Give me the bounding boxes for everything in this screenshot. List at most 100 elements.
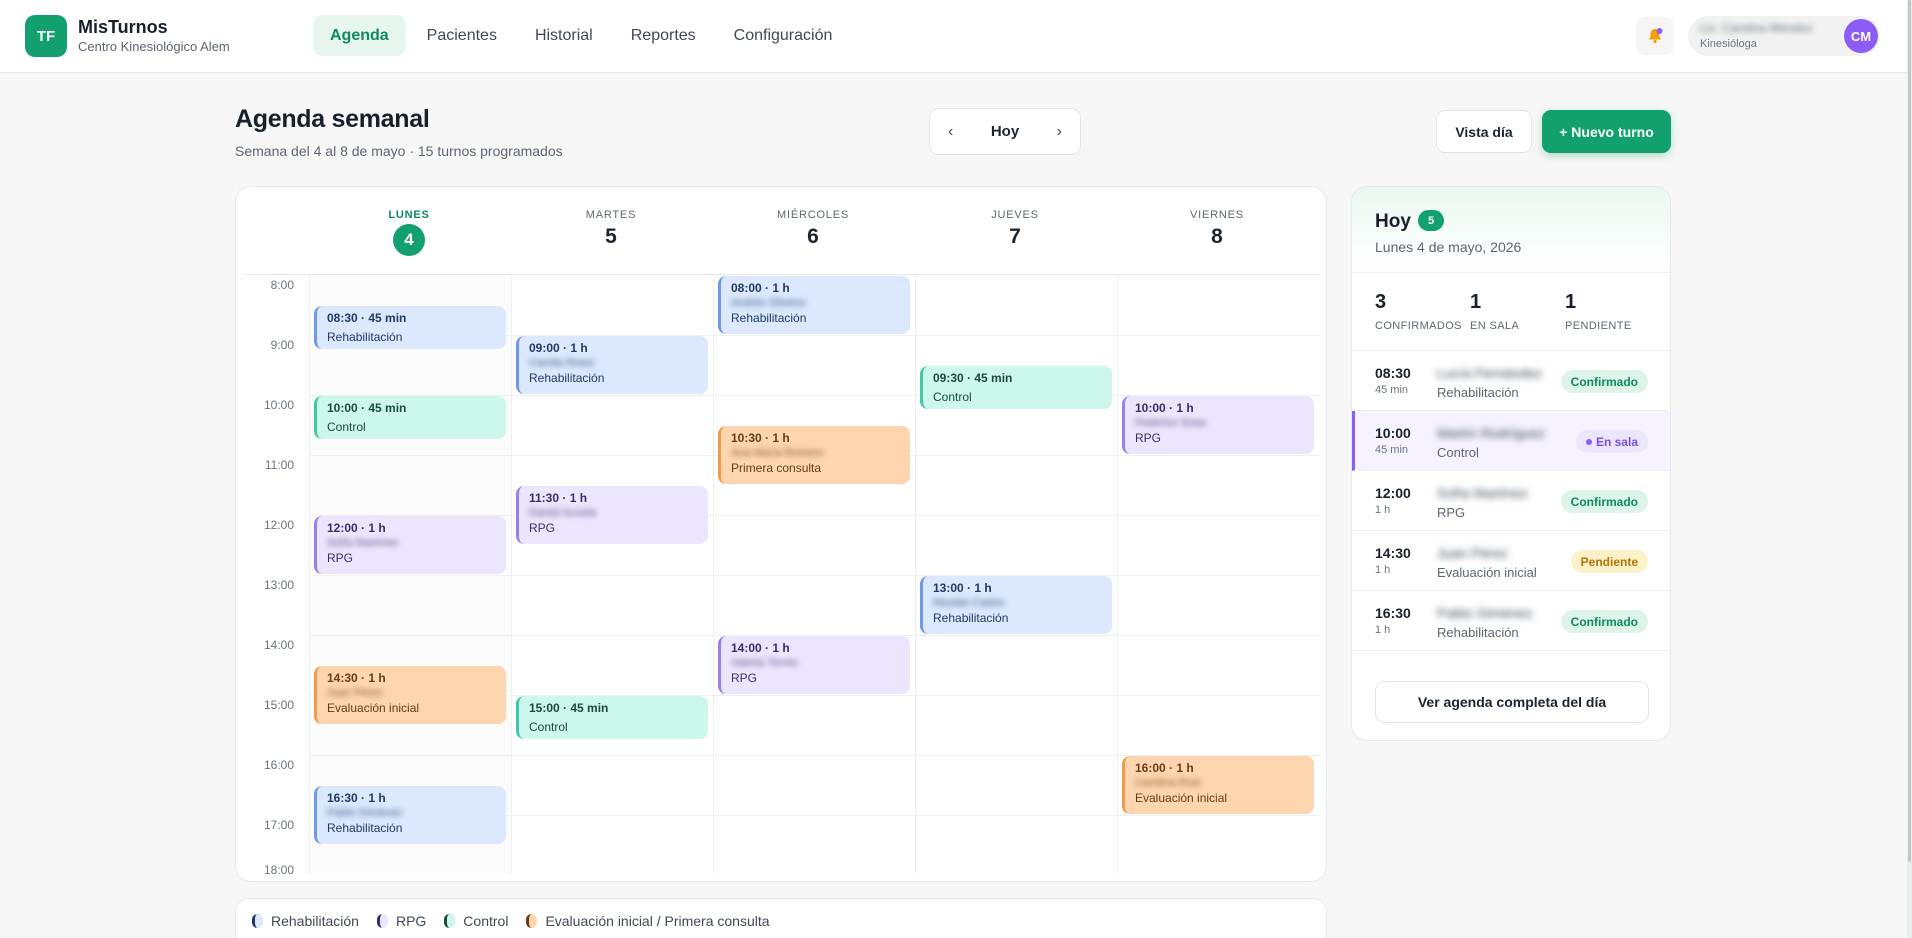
nav-reportes[interactable]: Reportes bbox=[614, 15, 713, 56]
stat-value: 1 bbox=[1470, 291, 1482, 313]
app-logo[interactable]: TF bbox=[25, 15, 67, 57]
appointment-time: 14:00 · 1 h bbox=[731, 641, 790, 655]
appointment-card[interactable]: 16:30 · 1 h Pablo Giménez Rehabilitación bbox=[314, 786, 506, 844]
appointment-kind: Control bbox=[529, 720, 568, 734]
appointment-time: 14:30 · 1 h bbox=[327, 671, 386, 685]
row-duration: 1 h bbox=[1375, 504, 1391, 516]
user-name: Lic. Carolina Méndez bbox=[1700, 21, 1813, 35]
chevron-left-icon[interactable]: ‹ bbox=[948, 123, 953, 141]
today-count-badge: 5 bbox=[1418, 210, 1444, 231]
today-row[interactable]: 12:00 1 h Sofía Martínez RPG Confirmado bbox=[1352, 471, 1670, 531]
appointment-card[interactable]: 08:00 · 1 h Andrés Silveira Rehabilitación bbox=[718, 276, 910, 334]
stat-label: CONFIRMADOS bbox=[1375, 320, 1462, 332]
chevron-right-icon[interactable]: › bbox=[1057, 123, 1062, 141]
nav-agenda[interactable]: Agenda bbox=[313, 15, 406, 56]
day-name: MIÉRCOLES bbox=[777, 209, 849, 221]
user-menu[interactable]: Lic. Carolina Méndez Kinesióloga CM bbox=[1688, 16, 1880, 56]
new-appointment-button[interactable]: + Nuevo turno bbox=[1542, 110, 1671, 153]
legend-item-rehabilitacion: Rehabilitación bbox=[252, 913, 359, 929]
day-header-monday[interactable]: LUNES 4 bbox=[308, 209, 510, 256]
appointment-card[interactable]: 14:00 · 1 h Valeria Torres RPG bbox=[718, 636, 910, 694]
appointment-card[interactable]: 09:30 · 45 min Control bbox=[920, 366, 1112, 409]
today-date: Lunes 4 de mayo, 2026 bbox=[1375, 239, 1522, 255]
appointment-kind: Rehabilitación bbox=[529, 371, 605, 385]
hour-label: 8:00 bbox=[270, 278, 294, 292]
day-name: LUNES bbox=[388, 209, 430, 221]
appointment-kind: Rehabilitación bbox=[933, 611, 1009, 625]
hour-label: 15:00 bbox=[263, 698, 294, 712]
today-row[interactable]: 10:00 45 min Martín Rodríguez Control En… bbox=[1352, 411, 1670, 471]
hour-label: 9:00 bbox=[270, 338, 294, 352]
row-patient: Juan Pérez bbox=[1437, 545, 1508, 561]
day-header-wednesday[interactable]: MIÉRCOLES 6 bbox=[712, 209, 914, 249]
legend-item-evaluacion: Evaluación inicial / Primera consulta bbox=[526, 913, 770, 929]
appointment-kind: RPG bbox=[731, 671, 758, 685]
legend-label: Rehabilitación bbox=[271, 913, 359, 929]
app-name: MisTurnos bbox=[78, 17, 168, 37]
legend-swatch bbox=[252, 914, 263, 928]
page-title: Agenda semanal bbox=[235, 105, 430, 133]
row-kind: Evaluación inicial bbox=[1437, 565, 1537, 580]
calendar-grid: 8:00 9:00 10:00 11:00 12:00 13:00 14:00 15:00 16… bbox=[244, 274, 1320, 877]
today-row[interactable]: 08:30 45 min Lucía Fernández Rehabilitac… bbox=[1352, 351, 1670, 411]
today-button[interactable]: Hoy bbox=[991, 123, 1019, 140]
hour-label: 14:00 bbox=[263, 638, 294, 652]
appointment-card[interactable]: 09:00 · 1 h Camila Rossi Rehabilitación bbox=[516, 336, 708, 394]
scrollbar-thumb[interactable] bbox=[1908, 0, 1911, 862]
today-row[interactable]: 14:30 1 h Juan Pérez Evaluación inicial … bbox=[1352, 531, 1670, 591]
today-panel-title: Hoy bbox=[1375, 211, 1411, 232]
day-view-button[interactable]: Vista día bbox=[1436, 110, 1532, 153]
stat-pending: 1 PENDIENTE bbox=[1565, 291, 1632, 332]
day-header-thursday[interactable]: JUEVES 7 bbox=[914, 209, 1116, 249]
legend-item-control: Control bbox=[444, 913, 508, 929]
appointment-card[interactable]: 15:00 · 45 min Control bbox=[516, 696, 708, 739]
appointment-card[interactable]: 11:30 · 1 h Daniel Acosta RPG bbox=[516, 486, 708, 544]
today-row[interactable]: 16:30 1 h Pablo Giménez Rehabilitación C… bbox=[1352, 591, 1670, 651]
row-duration: 45 min bbox=[1375, 444, 1409, 456]
appointment-kind: RPG bbox=[529, 521, 556, 535]
row-patient: Martín Rodríguez bbox=[1437, 425, 1546, 441]
appointment-patient: Juan Pérez bbox=[327, 687, 383, 699]
appointment-card[interactable]: 08:30 · 45 min Rehabilitación bbox=[314, 306, 506, 349]
hour-label: 17:00 bbox=[263, 818, 294, 832]
appointment-card[interactable]: 10:00 · 1 h Federico Sosa RPG bbox=[1122, 396, 1314, 454]
row-duration: 45 min bbox=[1375, 384, 1409, 396]
appointment-patient: Valeria Torres bbox=[731, 657, 798, 669]
day-header-tuesday[interactable]: MARTES 5 bbox=[510, 209, 712, 249]
status-badge: Confirmado bbox=[1560, 490, 1648, 513]
day-name: JUEVES bbox=[991, 209, 1039, 221]
row-duration: 1 h bbox=[1375, 624, 1391, 636]
nav-configuracion[interactable]: Configuración bbox=[717, 15, 850, 56]
notifications-button[interactable] bbox=[1636, 17, 1674, 55]
week-navigator: ‹ Hoy › bbox=[929, 108, 1081, 155]
day-header-friday[interactable]: VIERNES 8 bbox=[1116, 209, 1318, 249]
day-name: MARTES bbox=[585, 209, 637, 221]
legend-item-rpg: RPG bbox=[376, 913, 426, 929]
appointment-card[interactable]: 10:00 · 45 min Control bbox=[314, 396, 506, 439]
row-kind: Rehabilitación bbox=[1437, 385, 1519, 400]
appointment-kind: RPG bbox=[1135, 431, 1162, 445]
appointment-patient: Federico Sosa bbox=[1135, 417, 1206, 429]
status-badge: En sala bbox=[1575, 430, 1648, 453]
day-number: 4 bbox=[393, 224, 425, 256]
appointment-card[interactable]: 12:00 · 1 h Sofía Martínez RPG bbox=[314, 516, 506, 574]
appointment-time: 10:00 · 1 h bbox=[1135, 401, 1194, 415]
appointment-card[interactable]: 13:00 · 1 h Nicolás Castro Rehabilitación bbox=[920, 576, 1112, 634]
legend: Rehabilitación RPG Control Evaluación in… bbox=[235, 898, 1327, 938]
appointment-patient: Ana María Romero bbox=[731, 447, 824, 459]
appointment-card[interactable]: 10:30 · 1 h Ana María Romero Primera consu… bbox=[718, 426, 910, 484]
legend-swatch bbox=[376, 914, 388, 928]
column-divider bbox=[309, 275, 310, 874]
appointment-patient: Andrés Silveira bbox=[731, 297, 805, 309]
nav-pacientes[interactable]: Pacientes bbox=[410, 15, 514, 56]
appointment-card[interactable]: 16:00 · 1 h Carolina Ruiz Evaluación inici… bbox=[1122, 756, 1314, 814]
hour-label: 18:00 bbox=[263, 863, 294, 877]
nav-historial[interactable]: Historial bbox=[518, 15, 610, 56]
appointment-card[interactable]: 14:30 · 1 h Juan Pérez Evaluación inicial bbox=[314, 666, 506, 724]
today-panel: Hoy 5 Lunes 4 de mayo, 2026 3 CONFIRMADO… bbox=[1351, 186, 1671, 741]
stat-value: 1 bbox=[1565, 291, 1577, 313]
full-day-agenda-button[interactable]: Ver agenda completa del día bbox=[1375, 681, 1649, 723]
row-time: 14:30 bbox=[1375, 545, 1411, 561]
status-badge: Pendiente bbox=[1570, 550, 1648, 573]
appointment-patient: Nicolás Castro bbox=[933, 597, 1005, 609]
